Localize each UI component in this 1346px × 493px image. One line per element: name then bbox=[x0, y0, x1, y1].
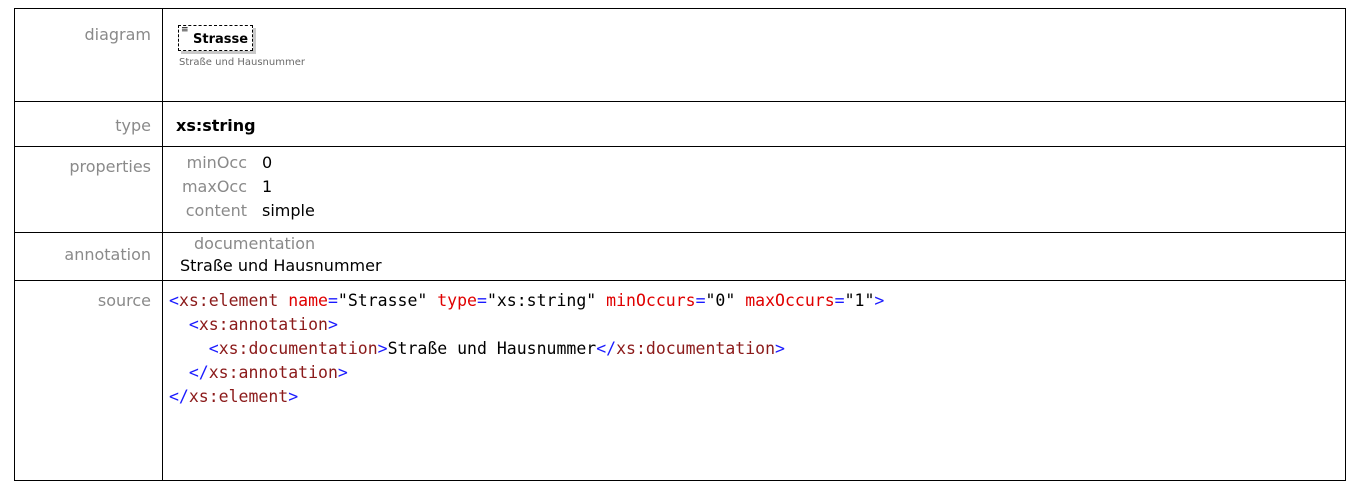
source-line: <xs:documentation>Straße und Hausnummer<… bbox=[208, 339, 785, 358]
annotation-label: annotation bbox=[14, 232, 163, 281]
source-label: source bbox=[14, 280, 163, 481]
annotation-row: annotation documentation Straße und Haus… bbox=[14, 232, 1346, 281]
source-line: </xs:annotation> bbox=[188, 363, 348, 382]
property-value: simple bbox=[262, 201, 315, 220]
diagram-row: diagram ≡ Strasse Straße und Hausnummer bbox=[14, 8, 1346, 102]
type-value: xs:string bbox=[176, 116, 256, 135]
element-box-doc: Straße und Hausnummer bbox=[179, 57, 305, 68]
property-value: 0 bbox=[262, 153, 273, 172]
property-key: content bbox=[185, 201, 247, 220]
element-box-name: Strasse bbox=[193, 32, 249, 47]
source-code: <xs:element name="Strasse" type="xs:stri… bbox=[169, 289, 1345, 409]
source-line: </xs:element> bbox=[169, 387, 299, 406]
properties-label: properties bbox=[14, 146, 163, 233]
source-line: <xs:annotation> bbox=[188, 315, 338, 334]
property-item: maxOcc 1 bbox=[163, 175, 1345, 199]
property-item: content simple bbox=[163, 199, 1345, 223]
annotation-text: Straße und Hausnummer bbox=[180, 256, 382, 275]
property-item: minOcc 0 bbox=[163, 151, 1345, 175]
type-label: type bbox=[14, 101, 163, 147]
type-row: type xs:string bbox=[14, 101, 1346, 147]
diagram-cell: ≡ Strasse Straße und Hausnummer bbox=[162, 8, 1346, 102]
source-line: <xs:element name="Strasse" type="xs:stri… bbox=[169, 291, 885, 310]
documentation-lines-icon: ≡ bbox=[181, 25, 189, 35]
property-value: 1 bbox=[262, 177, 273, 196]
source-row: source <xs:element name="Strasse" type="… bbox=[14, 280, 1346, 481]
properties-row: properties minOcc 0 maxOcc 1 content simple bbox=[14, 146, 1346, 233]
properties-list: minOcc 0 maxOcc 1 content simple bbox=[163, 151, 1345, 223]
element-doc-table: diagram ≡ Strasse Straße und Hausnummer … bbox=[14, 8, 1346, 481]
annotation-heading: documentation bbox=[194, 234, 316, 253]
property-key: maxOcc bbox=[181, 177, 247, 196]
diagram-label: diagram bbox=[14, 8, 163, 102]
element-box[interactable]: ≡ Strasse bbox=[178, 25, 254, 51]
property-key: minOcc bbox=[186, 153, 247, 172]
